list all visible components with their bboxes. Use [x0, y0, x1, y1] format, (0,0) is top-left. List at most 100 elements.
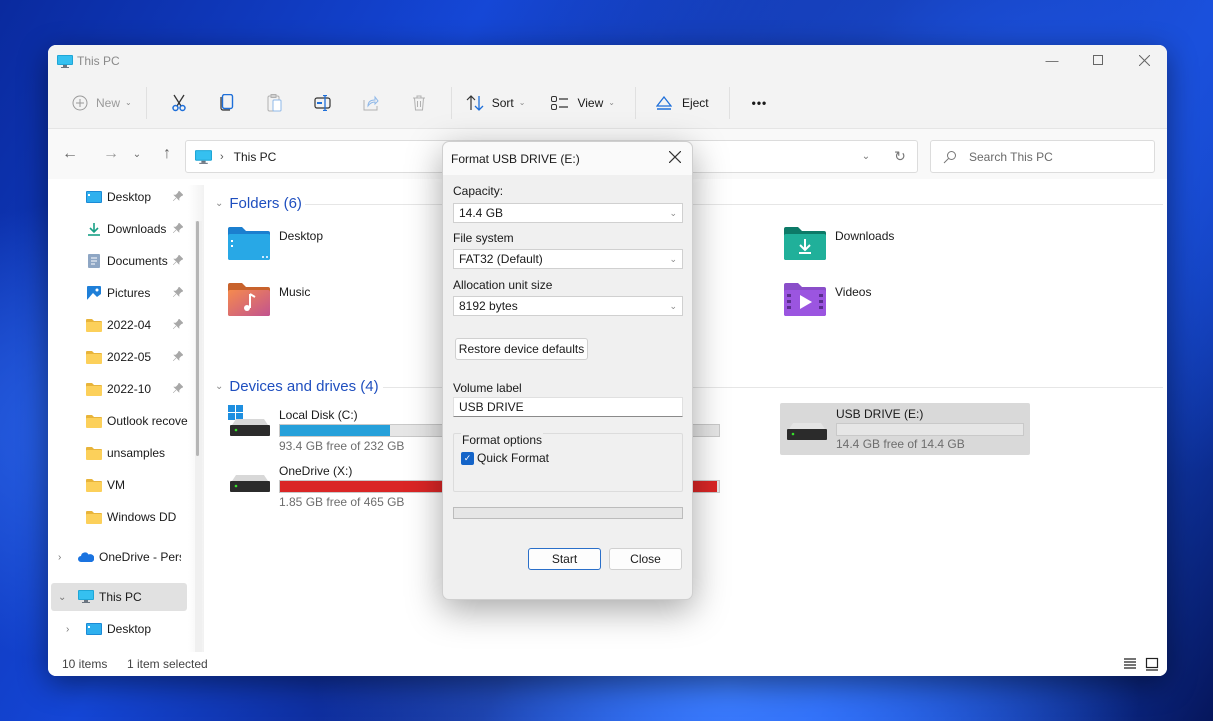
- up-button[interactable]: ↑: [151, 139, 183, 169]
- onedrive-icon: [78, 550, 95, 564]
- folder-name: Music: [279, 285, 311, 299]
- pin-icon[interactable]: [172, 189, 184, 204]
- folder-icon: [86, 446, 102, 460]
- videos-folder-icon: [784, 283, 826, 316]
- pin-icon[interactable]: [172, 253, 184, 268]
- folder-icon: [86, 350, 102, 364]
- share-button[interactable]: [347, 86, 395, 120]
- checkmark-icon: ✓: [461, 451, 474, 465]
- folder-music[interactable]: Music: [228, 282, 428, 326]
- arrow-left-icon: ←: [62, 145, 78, 162]
- folder-videos[interactable]: Videos: [784, 282, 984, 326]
- chevron-right-icon[interactable]: ›: [66, 624, 69, 635]
- sidebar-item-unsamples[interactable]: unsamples: [48, 439, 188, 467]
- maximize-button[interactable]: [1075, 45, 1121, 75]
- pin-icon[interactable]: [172, 317, 184, 332]
- folder-desktop[interactable]: Desktop: [228, 226, 428, 270]
- pin-icon[interactable]: [172, 285, 184, 300]
- sidebar-item-documents[interactable]: Documents: [48, 247, 188, 275]
- delete-button[interactable]: [395, 86, 443, 120]
- sidebar-scrollbar-thumb[interactable]: [196, 221, 199, 456]
- eject-button[interactable]: Eject: [650, 86, 715, 120]
- command-bar: New ⌄ Sort ⌄ View ⌄ Eject •••: [48, 77, 1167, 129]
- address-dropdown-chevron-icon[interactable]: ⌄: [849, 151, 883, 162]
- chevron-right-icon[interactable]: ›: [58, 552, 61, 563]
- desktop-icon: [86, 622, 102, 636]
- volume-label-input[interactable]: USB DRIVE: [453, 397, 683, 417]
- refresh-icon[interactable]: ↻: [883, 148, 917, 165]
- file-system-select[interactable]: FAT32 (Default) ⌄: [453, 249, 683, 269]
- back-button[interactable]: ←: [54, 139, 86, 169]
- quick-format-checkbox[interactable]: ✓ Quick Format: [461, 451, 549, 465]
- dialog-title-bar: Format USB DRIVE (E:): [443, 142, 692, 175]
- folders-section-header[interactable]: ⌄ Folders (6): [215, 195, 302, 212]
- minimize-button[interactable]: —: [1029, 45, 1075, 75]
- folders-header-label: Folders (6): [229, 195, 302, 212]
- more-options-button[interactable]: •••: [746, 86, 774, 120]
- sidebar-item-pictures[interactable]: Pictures: [48, 279, 188, 307]
- pin-icon[interactable]: [172, 381, 184, 396]
- sidebar-item-2022-05[interactable]: 2022-05: [48, 343, 188, 371]
- chevron-down-icon: ⌄: [669, 300, 677, 311]
- file-system-value: FAT32 (Default): [459, 252, 543, 266]
- drives-section-header[interactable]: ⌄ Devices and drives (4): [215, 378, 379, 395]
- dialog-title: Format USB DRIVE (E:): [451, 151, 580, 166]
- drive-free-space: 14.4 GB free of 14.4 GB: [836, 437, 965, 451]
- search-input[interactable]: Search This PC: [969, 150, 1053, 164]
- maximize-icon: [1093, 55, 1103, 65]
- close-button[interactable]: Close: [609, 548, 682, 570]
- chevron-down-icon: ⌄: [215, 198, 224, 209]
- rename-button[interactable]: [299, 86, 347, 120]
- paste-button[interactable]: [251, 86, 299, 120]
- allocation-unit-size-select[interactable]: 8192 bytes ⌄: [453, 296, 683, 316]
- sidebar-item-vm[interactable]: VM: [48, 471, 188, 499]
- chevron-down-icon: ⌄: [518, 98, 526, 107]
- sidebar-item-windows-dd[interactable]: Windows DD: [48, 503, 188, 531]
- sort-button[interactable]: Sort ⌄: [460, 86, 532, 120]
- eject-label: Eject: [681, 95, 709, 110]
- new-button[interactable]: New ⌄: [66, 86, 138, 120]
- start-button[interactable]: Start: [528, 548, 601, 570]
- sidebar-item-2022-10[interactable]: 2022-10: [48, 375, 188, 403]
- recent-locations-button[interactable]: ⌄: [127, 139, 147, 169]
- search-box[interactable]: Search This PC: [930, 140, 1155, 173]
- folder-icon: [86, 510, 102, 524]
- tiles-view-icon[interactable]: [1145, 657, 1159, 671]
- sidebar-item-downloads[interactable]: Downloads: [48, 215, 188, 243]
- drive-name: USB DRIVE (E:): [836, 407, 924, 421]
- sidebar-item-label: unsamples: [107, 446, 166, 460]
- sidebar-item-outlook-recove[interactable]: Outlook recove: [48, 407, 188, 435]
- details-view-icon[interactable]: [1123, 657, 1137, 671]
- folder-icon: [86, 382, 102, 396]
- breadcrumb-this-pc[interactable]: This PC: [234, 150, 277, 164]
- eject-icon: [655, 95, 672, 110]
- pin-icon[interactable]: [172, 349, 184, 364]
- restore-device-defaults-button[interactable]: Restore device defaults: [455, 338, 588, 360]
- sidebar-item-desktop[interactable]: Desktop: [48, 183, 188, 211]
- copy-button[interactable]: [203, 86, 251, 120]
- sidebar-item-label: Outlook recove: [107, 414, 188, 428]
- minimize-icon: —: [1045, 52, 1059, 68]
- sidebar-item-onedrive-perso[interactable]: › OneDrive - Perso: [48, 543, 188, 571]
- view-button[interactable]: View ⌄: [545, 86, 621, 120]
- cut-icon: [171, 94, 186, 111]
- music-folder-icon: [228, 283, 270, 316]
- drive-usb-e[interactable]: USB DRIVE (E:) 14.4 GB free of 14.4 GB: [780, 403, 1030, 455]
- drive-icon: [787, 423, 827, 440]
- view-icon: [551, 95, 569, 110]
- item-count: 10 items: [62, 657, 108, 671]
- pin-icon[interactable]: [172, 221, 184, 236]
- close-window-button[interactable]: [1121, 45, 1167, 75]
- chevron-down-icon[interactable]: ⌄: [58, 592, 66, 603]
- sidebar-item-label: Windows DD: [107, 510, 177, 524]
- folder-downloads[interactable]: Downloads: [784, 226, 984, 270]
- sidebar-item-2022-04[interactable]: 2022-04: [48, 311, 188, 339]
- forward-button[interactable]: →: [95, 139, 127, 169]
- sidebar-item-desktop[interactable]: › Desktop: [48, 615, 188, 643]
- cut-button[interactable]: [155, 86, 203, 120]
- capacity-select[interactable]: 14.4 GB ⌄: [453, 203, 683, 223]
- dialog-close-button[interactable]: [666, 148, 684, 166]
- sidebar-item-this-pc[interactable]: ⌄ This PC: [51, 583, 187, 611]
- chevron-down-icon: ⌄: [608, 98, 615, 107]
- drive-usage-fill: [280, 425, 390, 436]
